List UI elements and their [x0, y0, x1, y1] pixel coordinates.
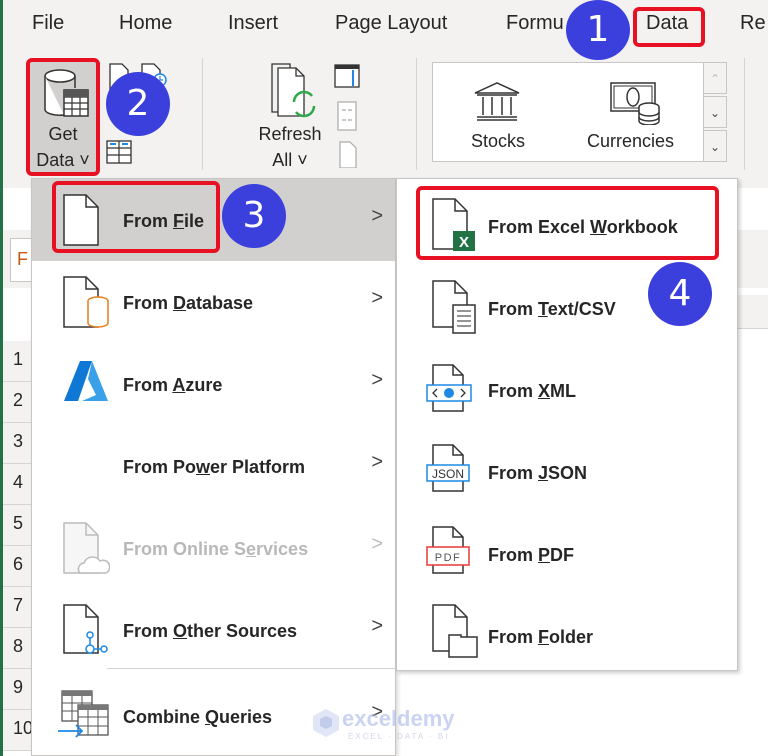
menu-item-label: From Text/CSV — [488, 299, 616, 319]
queries-connections-icons[interactable] — [334, 64, 360, 168]
tab-home[interactable]: Home — [119, 12, 172, 35]
chevron-right-icon: > — [371, 369, 383, 391]
currency-icon — [610, 82, 660, 125]
menu-item-label: From PDF — [488, 545, 575, 565]
gallery-scroll-up[interactable]: ⌃ — [703, 62, 727, 94]
step-badge-3: 3 — [222, 184, 286, 248]
database-icon — [63, 276, 109, 328]
get-data-label-1: Get — [48, 124, 78, 144]
row-header[interactable]: 1 — [3, 341, 33, 382]
menu-item-from-other-sources[interactable]: From Other Sources > — [32, 589, 395, 671]
row-header[interactable]: 9 — [3, 669, 33, 710]
row-header[interactable]: 4 — [3, 464, 33, 505]
excel-workbook-highlight — [416, 186, 719, 260]
submenu-item-from-folder[interactable]: From Folder — [397, 595, 737, 677]
text-csv-icon — [432, 280, 476, 334]
gallery-item-currencies[interactable]: Currencies — [587, 131, 674, 152]
table-icon[interactable] — [106, 140, 132, 164]
combine-queries-icon — [58, 690, 109, 738]
excel-window: File Home Insert Page Layout Formu Data … — [0, 0, 768, 756]
row-header[interactable]: 8 — [3, 628, 33, 669]
step-badge-1: 1 — [566, 0, 630, 60]
menu-item-from-online-services: From Online Services > — [32, 507, 395, 589]
menu-item-label: From JSON — [488, 463, 588, 483]
json-icon: JSON — [426, 444, 470, 492]
json-glyph: JSON — [432, 467, 464, 481]
row-header[interactable]: 3 — [3, 423, 33, 464]
bank-icon — [474, 82, 520, 121]
chevron-right-icon: > — [371, 533, 383, 555]
refresh-all-label-1[interactable]: Refresh — [254, 124, 326, 145]
chevron-right-icon: > — [371, 451, 383, 473]
menu-item-label: From Power Platform — [123, 457, 306, 477]
from-file-highlight — [52, 181, 220, 253]
exceldemy-logo-icon — [313, 709, 339, 737]
tab-insert[interactable]: Insert — [228, 12, 278, 35]
tab-file[interactable]: File — [32, 12, 64, 35]
gallery-item-stocks[interactable]: Stocks — [471, 131, 525, 152]
chevron-right-icon: > — [371, 205, 383, 227]
menu-item-from-power-platform[interactable]: From Power Platform > — [32, 425, 395, 507]
cloud-file-icon — [63, 522, 110, 574]
gallery-scroll-down[interactable]: ⌄ — [703, 96, 727, 128]
database-table-icon — [44, 69, 89, 117]
tab-page-layout[interactable]: Page Layout — [335, 12, 447, 35]
step-badge-4: 4 — [648, 262, 712, 326]
refresh-all-label-2[interactable]: All ˅ — [254, 150, 326, 171]
menu-item-label: From Online Services — [123, 539, 309, 559]
menu-item-label: From Folder — [488, 627, 594, 647]
tab-review[interactable]: Re — [740, 12, 766, 35]
other-sources-icon — [63, 604, 108, 654]
ribbon-tabs: File Home Insert Page Layout Formu Data … — [0, 0, 768, 52]
tab-data[interactable]: Data — [646, 12, 688, 35]
group-divider — [744, 58, 745, 170]
exceldemy-watermark: exceldemy EXCEL · DATA · BI — [312, 706, 462, 746]
menu-item-from-azure[interactable]: From Azure > — [32, 343, 395, 425]
get-data-menu: From File > From Database > From Azure >… — [31, 178, 397, 756]
row-header[interactable]: 5 — [3, 505, 33, 546]
menu-item-from-database[interactable]: From Database > — [32, 261, 395, 343]
menu-item-label: From XML — [488, 381, 577, 401]
menu-item-label: From Other Sources — [123, 621, 298, 641]
menu-item-label: From Azure — [123, 375, 223, 395]
menu-item-label: Combine Queries — [123, 707, 273, 727]
submenu-item-from-pdf[interactable]: PDF From PDF — [397, 513, 737, 595]
pdf-glyph: PDF — [435, 552, 462, 564]
folder-icon — [432, 604, 478, 658]
gallery-expand[interactable]: ⌄ — [703, 130, 727, 162]
menu-item-label: From Database — [123, 293, 254, 313]
azure-icon — [64, 361, 108, 401]
watermark-name: exceldemy — [342, 706, 455, 731]
pdf-icon: PDF — [426, 526, 470, 574]
row-header[interactable]: 10 — [3, 710, 33, 751]
row-header[interactable]: 6 — [3, 546, 33, 587]
submenu-item-from-xml[interactable]: From XML — [397, 349, 737, 431]
chevron-right-icon: > — [371, 287, 383, 309]
menu-separator — [107, 668, 397, 669]
watermark-tagline: EXCEL · DATA · BI — [348, 732, 450, 741]
group-divider — [416, 58, 417, 170]
chevron-right-icon: > — [371, 615, 383, 637]
get-data-label-2: Data ˅ — [36, 150, 90, 170]
row-header[interactable]: 7 — [3, 587, 33, 628]
data-types-gallery: Stocks Currencies — [432, 62, 704, 162]
submenu-item-from-json[interactable]: JSON From JSON — [397, 431, 737, 513]
group-divider — [202, 58, 203, 170]
step-badge-2: 2 — [106, 72, 170, 136]
xml-icon — [426, 364, 472, 412]
refresh-icon — [271, 63, 316, 118]
tab-formulas[interactable]: Formu — [506, 12, 564, 35]
row-header[interactable]: 2 — [3, 382, 33, 423]
get-data-button[interactable]: Get Data ˅ — [26, 58, 100, 176]
